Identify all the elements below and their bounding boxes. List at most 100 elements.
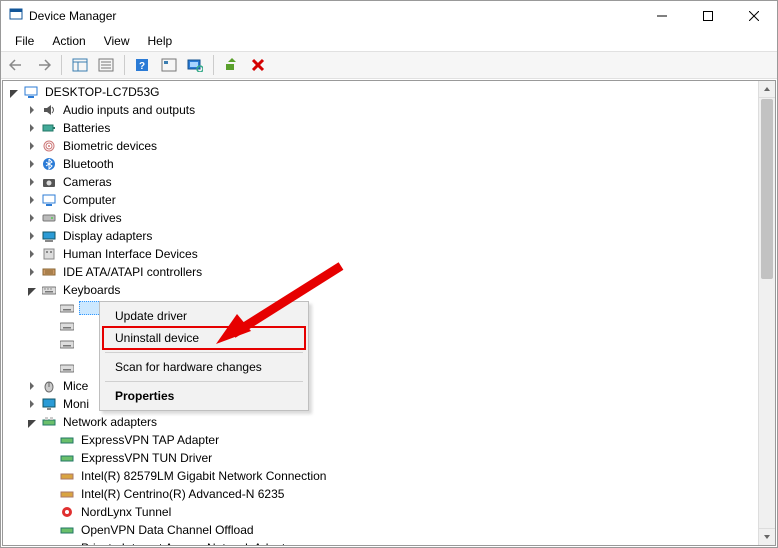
tree-item-network[interactable]: Private Internet Access Network Adapter bbox=[43, 539, 775, 546]
category-label: Batteries bbox=[61, 119, 112, 137]
expand-icon[interactable] bbox=[25, 139, 39, 153]
ctx-uninstall-device[interactable]: Uninstall device bbox=[103, 327, 305, 349]
disk-icon bbox=[41, 210, 57, 226]
ide-icon bbox=[41, 264, 57, 280]
toolbar-separator bbox=[61, 55, 62, 75]
tree-item-network[interactable]: ExpressVPN TAP Adapter bbox=[43, 431, 775, 449]
computer-icon bbox=[23, 84, 39, 100]
expand-icon[interactable] bbox=[25, 229, 39, 243]
show-hide-console-button[interactable] bbox=[68, 54, 92, 76]
monitor-icon bbox=[41, 396, 57, 412]
tree-item-network[interactable]: NordLynx Tunnel bbox=[43, 503, 775, 521]
category-label: Cameras bbox=[61, 173, 114, 191]
category-label: Computer bbox=[61, 191, 118, 209]
item-label: NordLynx Tunnel bbox=[79, 503, 173, 521]
toolbar-separator bbox=[213, 55, 214, 75]
expand-icon[interactable] bbox=[25, 175, 39, 189]
expand-icon[interactable] bbox=[25, 211, 39, 225]
menu-file[interactable]: File bbox=[7, 32, 42, 50]
ctx-separator bbox=[105, 381, 303, 382]
scroll-up-button[interactable] bbox=[759, 81, 775, 98]
audio-icon bbox=[41, 102, 57, 118]
network-adapter-icon bbox=[59, 522, 75, 538]
tree-root[interactable]: DESKTOP-LC7D53G bbox=[7, 83, 775, 101]
mouse-icon bbox=[41, 378, 57, 394]
tree-item-network[interactable]: Intel(R) 82579LM Gigabit Network Connect… bbox=[43, 467, 775, 485]
uninstall-device-button[interactable] bbox=[246, 54, 270, 76]
network-adapter-icon bbox=[59, 540, 75, 546]
fingerprint-icon bbox=[41, 138, 57, 154]
tree-root-label: DESKTOP-LC7D53G bbox=[43, 83, 162, 101]
category-label: Bluetooth bbox=[61, 155, 116, 173]
category-label: Audio inputs and outputs bbox=[61, 101, 197, 119]
minimize-button[interactable] bbox=[639, 1, 685, 31]
item-label: Private Internet Access Network Adapter bbox=[79, 539, 298, 546]
back-button[interactable] bbox=[5, 54, 29, 76]
tree-category-bluetooth[interactable]: Bluetooth bbox=[25, 155, 775, 173]
scroll-down-button[interactable] bbox=[759, 528, 775, 545]
category-label: Disk drives bbox=[61, 209, 124, 227]
bluetooth-icon bbox=[41, 156, 57, 172]
ctx-update-driver[interactable]: Update driver bbox=[103, 305, 305, 327]
tree-category-batteries[interactable]: Batteries bbox=[25, 119, 775, 137]
expand-icon[interactable] bbox=[25, 397, 39, 411]
collapse-icon[interactable] bbox=[25, 415, 39, 429]
ctx-properties[interactable]: Properties bbox=[103, 385, 305, 407]
tree-item-network[interactable]: Intel(R) Centrino(R) Advanced-N 6235 bbox=[43, 485, 775, 503]
tree-category-ide[interactable]: IDE ATA/ATAPI controllers bbox=[25, 263, 775, 281]
category-label: Display adapters bbox=[61, 227, 154, 245]
keyboard-icon bbox=[59, 336, 75, 352]
forward-button[interactable] bbox=[31, 54, 55, 76]
keyboard-icon bbox=[59, 300, 75, 316]
collapse-icon[interactable] bbox=[25, 283, 39, 297]
action-icon[interactable] bbox=[157, 54, 181, 76]
scrollbar-thumb[interactable] bbox=[761, 99, 773, 279]
item-label: Intel(R) 82579LM Gigabit Network Connect… bbox=[79, 467, 328, 485]
tree-category-audio[interactable]: Audio inputs and outputs bbox=[25, 101, 775, 119]
tree-category-biometric[interactable]: Biometric devices bbox=[25, 137, 775, 155]
tree-category-display[interactable]: Display adapters bbox=[25, 227, 775, 245]
expand-icon[interactable] bbox=[25, 265, 39, 279]
tree-category-network[interactable]: Network adapters bbox=[25, 413, 775, 431]
network-adapter-icon bbox=[59, 486, 75, 502]
expand-icon[interactable] bbox=[25, 121, 39, 135]
maximize-button[interactable] bbox=[685, 1, 731, 31]
tree-item-network[interactable]: OpenVPN Data Channel Offload bbox=[43, 521, 775, 539]
menu-view[interactable]: View bbox=[96, 32, 138, 50]
title-bar: Device Manager bbox=[1, 1, 777, 31]
category-label: Moni bbox=[61, 395, 91, 413]
keyboard-icon bbox=[59, 360, 75, 376]
tree-category-cameras[interactable]: Cameras bbox=[25, 173, 775, 191]
tree-category-keyboards[interactable]: Keyboards bbox=[25, 281, 775, 299]
expand-icon[interactable] bbox=[25, 157, 39, 171]
app-icon bbox=[9, 8, 23, 25]
hid-icon bbox=[41, 246, 57, 262]
network-adapter-icon bbox=[59, 450, 75, 466]
menubar: File Action View Help bbox=[1, 31, 777, 51]
expand-icon[interactable] bbox=[25, 247, 39, 261]
ctx-scan-hardware[interactable]: Scan for hardware changes bbox=[103, 356, 305, 378]
ctx-separator bbox=[105, 352, 303, 353]
enable-device-button[interactable] bbox=[220, 54, 244, 76]
menu-action[interactable]: Action bbox=[44, 32, 93, 50]
network-adapter-icon bbox=[59, 504, 75, 520]
menu-help[interactable]: Help bbox=[140, 32, 181, 50]
category-label: Network adapters bbox=[61, 413, 159, 431]
tree-item-network[interactable]: ExpressVPN TUN Driver bbox=[43, 449, 775, 467]
close-button[interactable] bbox=[731, 1, 777, 31]
expand-icon[interactable] bbox=[7, 85, 21, 99]
tree-category-hid[interactable]: Human Interface Devices bbox=[25, 245, 775, 263]
properties-button[interactable] bbox=[94, 54, 118, 76]
expand-icon[interactable] bbox=[25, 103, 39, 117]
vertical-scrollbar[interactable] bbox=[758, 81, 775, 545]
scan-hardware-button[interactable] bbox=[183, 54, 207, 76]
tree-category-computer[interactable]: Computer bbox=[25, 191, 775, 209]
expand-icon[interactable] bbox=[25, 193, 39, 207]
expand-icon[interactable] bbox=[25, 379, 39, 393]
tree-category-diskdrives[interactable]: Disk drives bbox=[25, 209, 775, 227]
category-label: IDE ATA/ATAPI controllers bbox=[61, 263, 204, 281]
item-label: ExpressVPN TAP Adapter bbox=[79, 431, 221, 449]
category-label: Keyboards bbox=[61, 281, 122, 299]
help-button[interactable]: ? bbox=[131, 54, 155, 76]
battery-icon bbox=[41, 120, 57, 136]
